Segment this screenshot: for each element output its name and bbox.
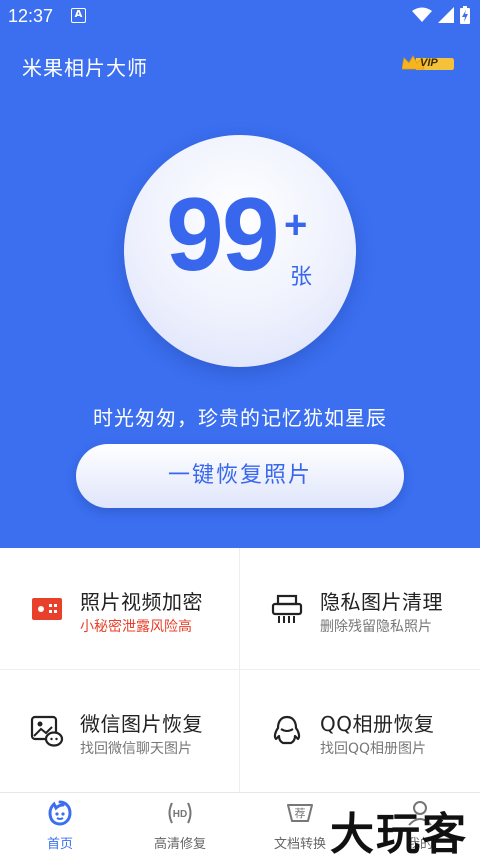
watermark: 大玩客 xyxy=(330,809,468,855)
hero-section: 12:37 A 米果相片大师 VIP 99 + 张 时光匆匆，珍贵的记忆犹如星辰… xyxy=(0,0,480,548)
battery-icon xyxy=(460,6,470,24)
tab-home[interactable]: 首页 xyxy=(0,793,120,855)
recommend-icon: 荐 xyxy=(287,804,313,822)
photo-count-plus: + xyxy=(284,203,308,247)
vip-label: VIP xyxy=(420,57,438,69)
slogan: 时光匆匆，珍贵的记忆犹如星辰 xyxy=(93,406,387,430)
feature-title: 照片视频加密 xyxy=(80,590,203,614)
tab-label: 首页 xyxy=(46,837,73,852)
hd-icon: HD xyxy=(168,802,192,824)
tab-label: 高清修复 xyxy=(153,837,206,852)
feature-wechat-recover[interactable]: 微信图片恢复 找回微信聊天图片 xyxy=(0,670,240,792)
feature-subtitle: 找回QQ相册图片 xyxy=(320,741,427,757)
feature-privacy-clean[interactable]: 隐私图片清理 删除残留隐私照片 xyxy=(240,548,480,670)
svg-text:HD: HD xyxy=(173,809,187,820)
photo-count-circle: 99 + 张 xyxy=(124,135,356,367)
feature-title: QQ相册恢复 xyxy=(320,712,435,736)
feature-qq-album-recover[interactable]: QQ相册恢复 找回QQ相册图片 xyxy=(240,670,480,792)
feature-subtitle: 删除残留隐私照片 xyxy=(320,619,432,635)
photo-count-unit: 张 xyxy=(290,265,313,290)
tab-hd-repair[interactable]: HD 高清修复 xyxy=(120,793,240,855)
vip-button[interactable]: VIP xyxy=(402,54,454,74)
signal-icon xyxy=(438,7,454,23)
photo-count: 99 xyxy=(166,177,280,293)
qq-penguin-icon xyxy=(273,715,301,745)
home-face-icon xyxy=(48,800,72,826)
feature-subtitle: 找回微信聊天图片 xyxy=(80,741,192,757)
status-bar: 12:37 A xyxy=(0,0,480,32)
notification-icon: A xyxy=(71,8,86,23)
feature-subtitle: 小秘密泄露风险高 xyxy=(80,619,192,635)
feature-photo-video-encrypt[interactable]: 照片视频加密 小秘密泄露风险高 xyxy=(0,548,240,670)
status-time: 12:37 xyxy=(8,6,54,26)
feature-title: 隐私图片清理 xyxy=(320,590,443,614)
svg-text:荐: 荐 xyxy=(295,807,306,820)
shredder-icon xyxy=(271,594,303,623)
app-title: 米果相片大师 xyxy=(22,56,148,80)
one-key-recover-button[interactable]: 一键恢复照片 xyxy=(76,444,404,508)
wechat-image-icon xyxy=(30,715,64,747)
feature-grid: 照片视频加密 小秘密泄露风险高 隐私图片清理 删除残留隐私照片 微信图片恢复 找… xyxy=(0,548,480,792)
safe-icon xyxy=(32,598,62,620)
wifi-icon xyxy=(412,7,432,22)
feature-title: 微信图片恢复 xyxy=(80,712,203,736)
